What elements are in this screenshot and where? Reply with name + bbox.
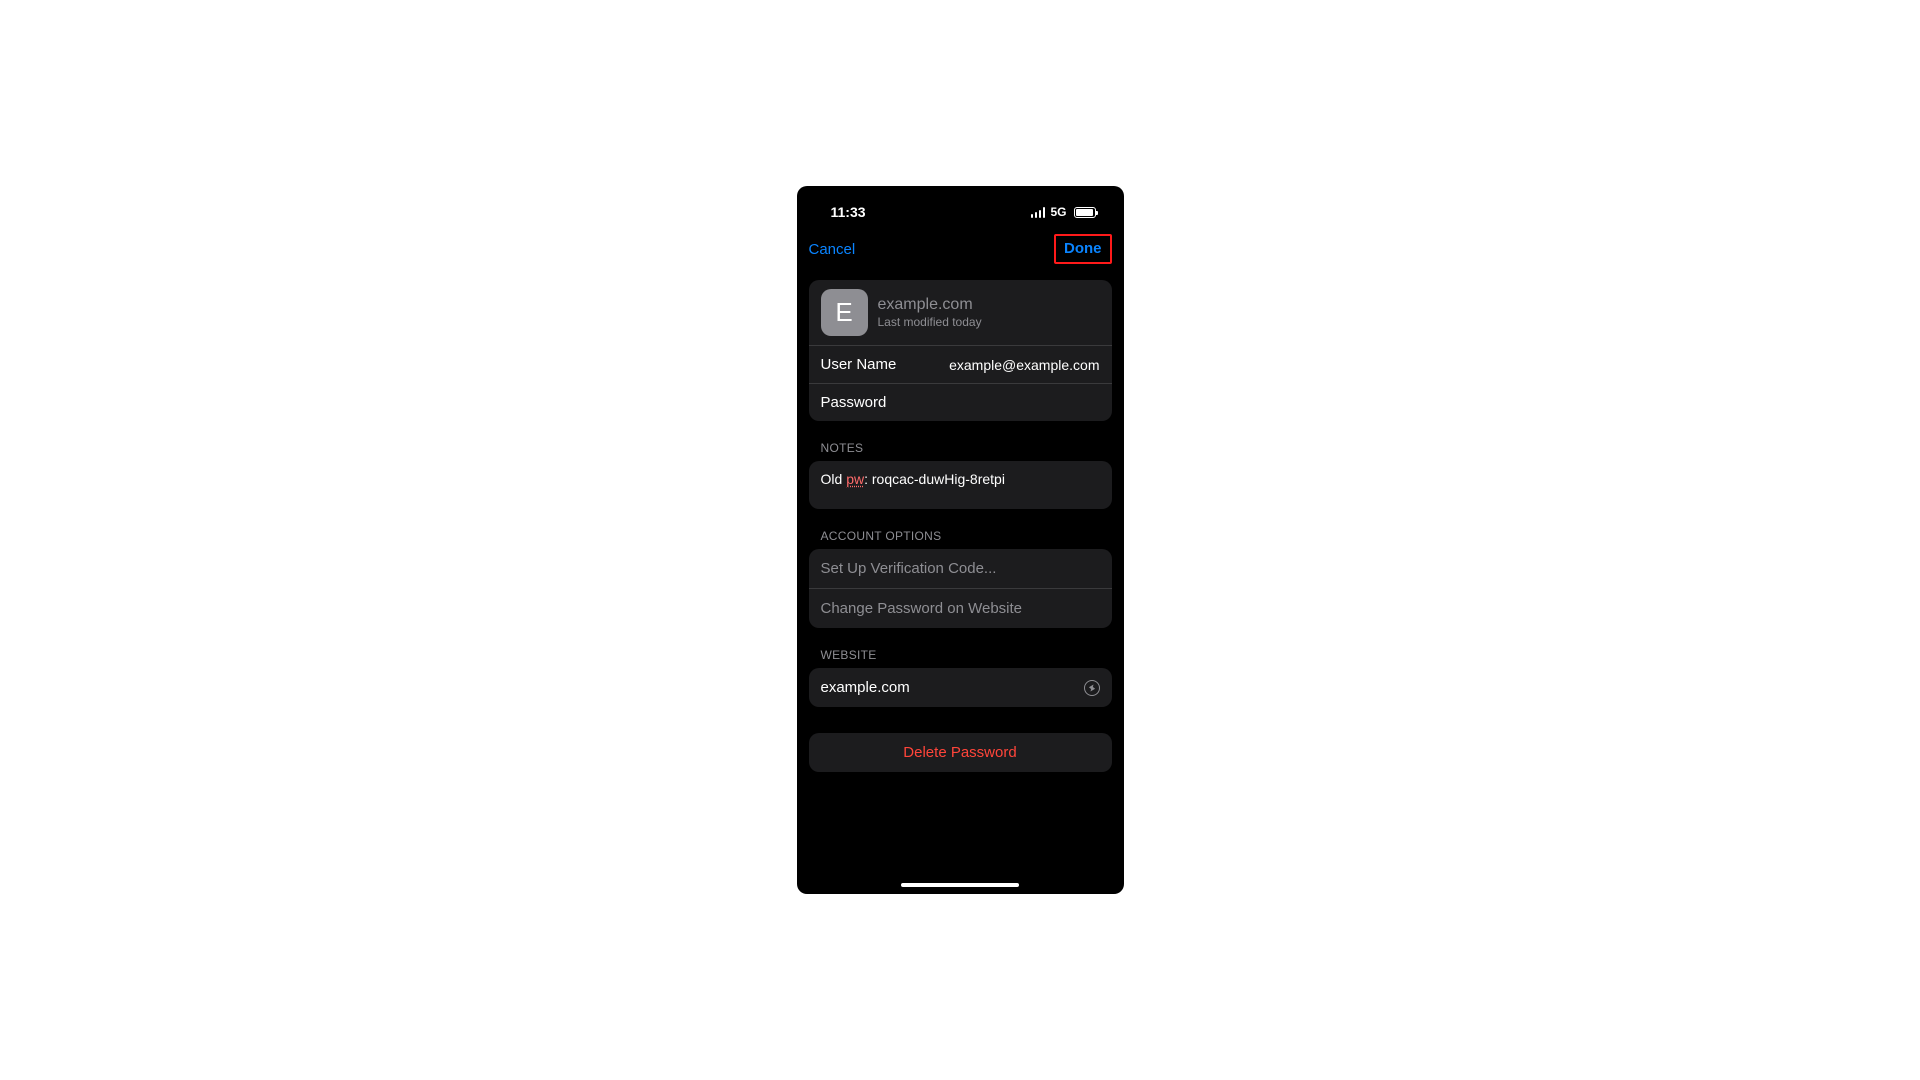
notes-text: Old pw: roqcac-duwHig-8retpi <box>809 461 1112 509</box>
credential-header: E example.com Last modified today <box>809 280 1112 346</box>
network-label: 5G <box>1050 205 1066 219</box>
status-right: 5G <box>1031 205 1096 219</box>
website-section-header: WEBSITE <box>821 648 1112 662</box>
content: E example.com Last modified today User N… <box>797 274 1124 894</box>
password-label: Password <box>821 394 887 411</box>
battery-icon <box>1074 207 1096 218</box>
credential-card: E example.com Last modified today User N… <box>809 280 1112 421</box>
delete-password-button[interactable]: Delete Password <box>809 733 1112 772</box>
notes-section-header: NOTES <box>821 441 1112 455</box>
password-row[interactable]: Password <box>809 384 1112 421</box>
home-indicator[interactable] <box>901 883 1019 887</box>
username-value: example@example.com <box>949 357 1099 373</box>
cancel-button[interactable]: Cancel <box>809 241 856 258</box>
setup-verification-button[interactable]: Set Up Verification Code... <box>809 549 1112 589</box>
done-highlight: Done <box>1054 234 1112 264</box>
phone-screen: 11:33 5G Cancel Done E example.com Last … <box>797 186 1124 894</box>
site-info: example.com Last modified today <box>878 296 1100 329</box>
done-button[interactable]: Done <box>1064 240 1102 257</box>
website-row[interactable]: example.com <box>809 668 1112 707</box>
account-options-card: Set Up Verification Code... Change Passw… <box>809 549 1112 628</box>
website-value: example.com <box>821 679 910 696</box>
change-password-button[interactable]: Change Password on Website <box>809 589 1112 628</box>
site-modified: Last modified today <box>878 315 1100 329</box>
safari-icon[interactable] <box>1084 680 1100 696</box>
website-card: example.com <box>809 668 1112 707</box>
status-time: 11:33 <box>831 204 866 220</box>
delete-card: Delete Password <box>809 733 1112 772</box>
site-avatar: E <box>821 289 868 336</box>
nav-bar: Cancel Done <box>797 228 1124 274</box>
username-label: User Name <box>821 356 897 373</box>
site-title: example.com <box>878 296 1100 314</box>
username-row[interactable]: User Name example@example.com <box>809 346 1112 384</box>
notes-card[interactable]: Old pw: roqcac-duwHig-8retpi <box>809 461 1112 509</box>
account-options-header: ACCOUNT OPTIONS <box>821 529 1112 543</box>
status-bar: 11:33 5G <box>797 186 1124 228</box>
signal-icon <box>1031 207 1046 218</box>
